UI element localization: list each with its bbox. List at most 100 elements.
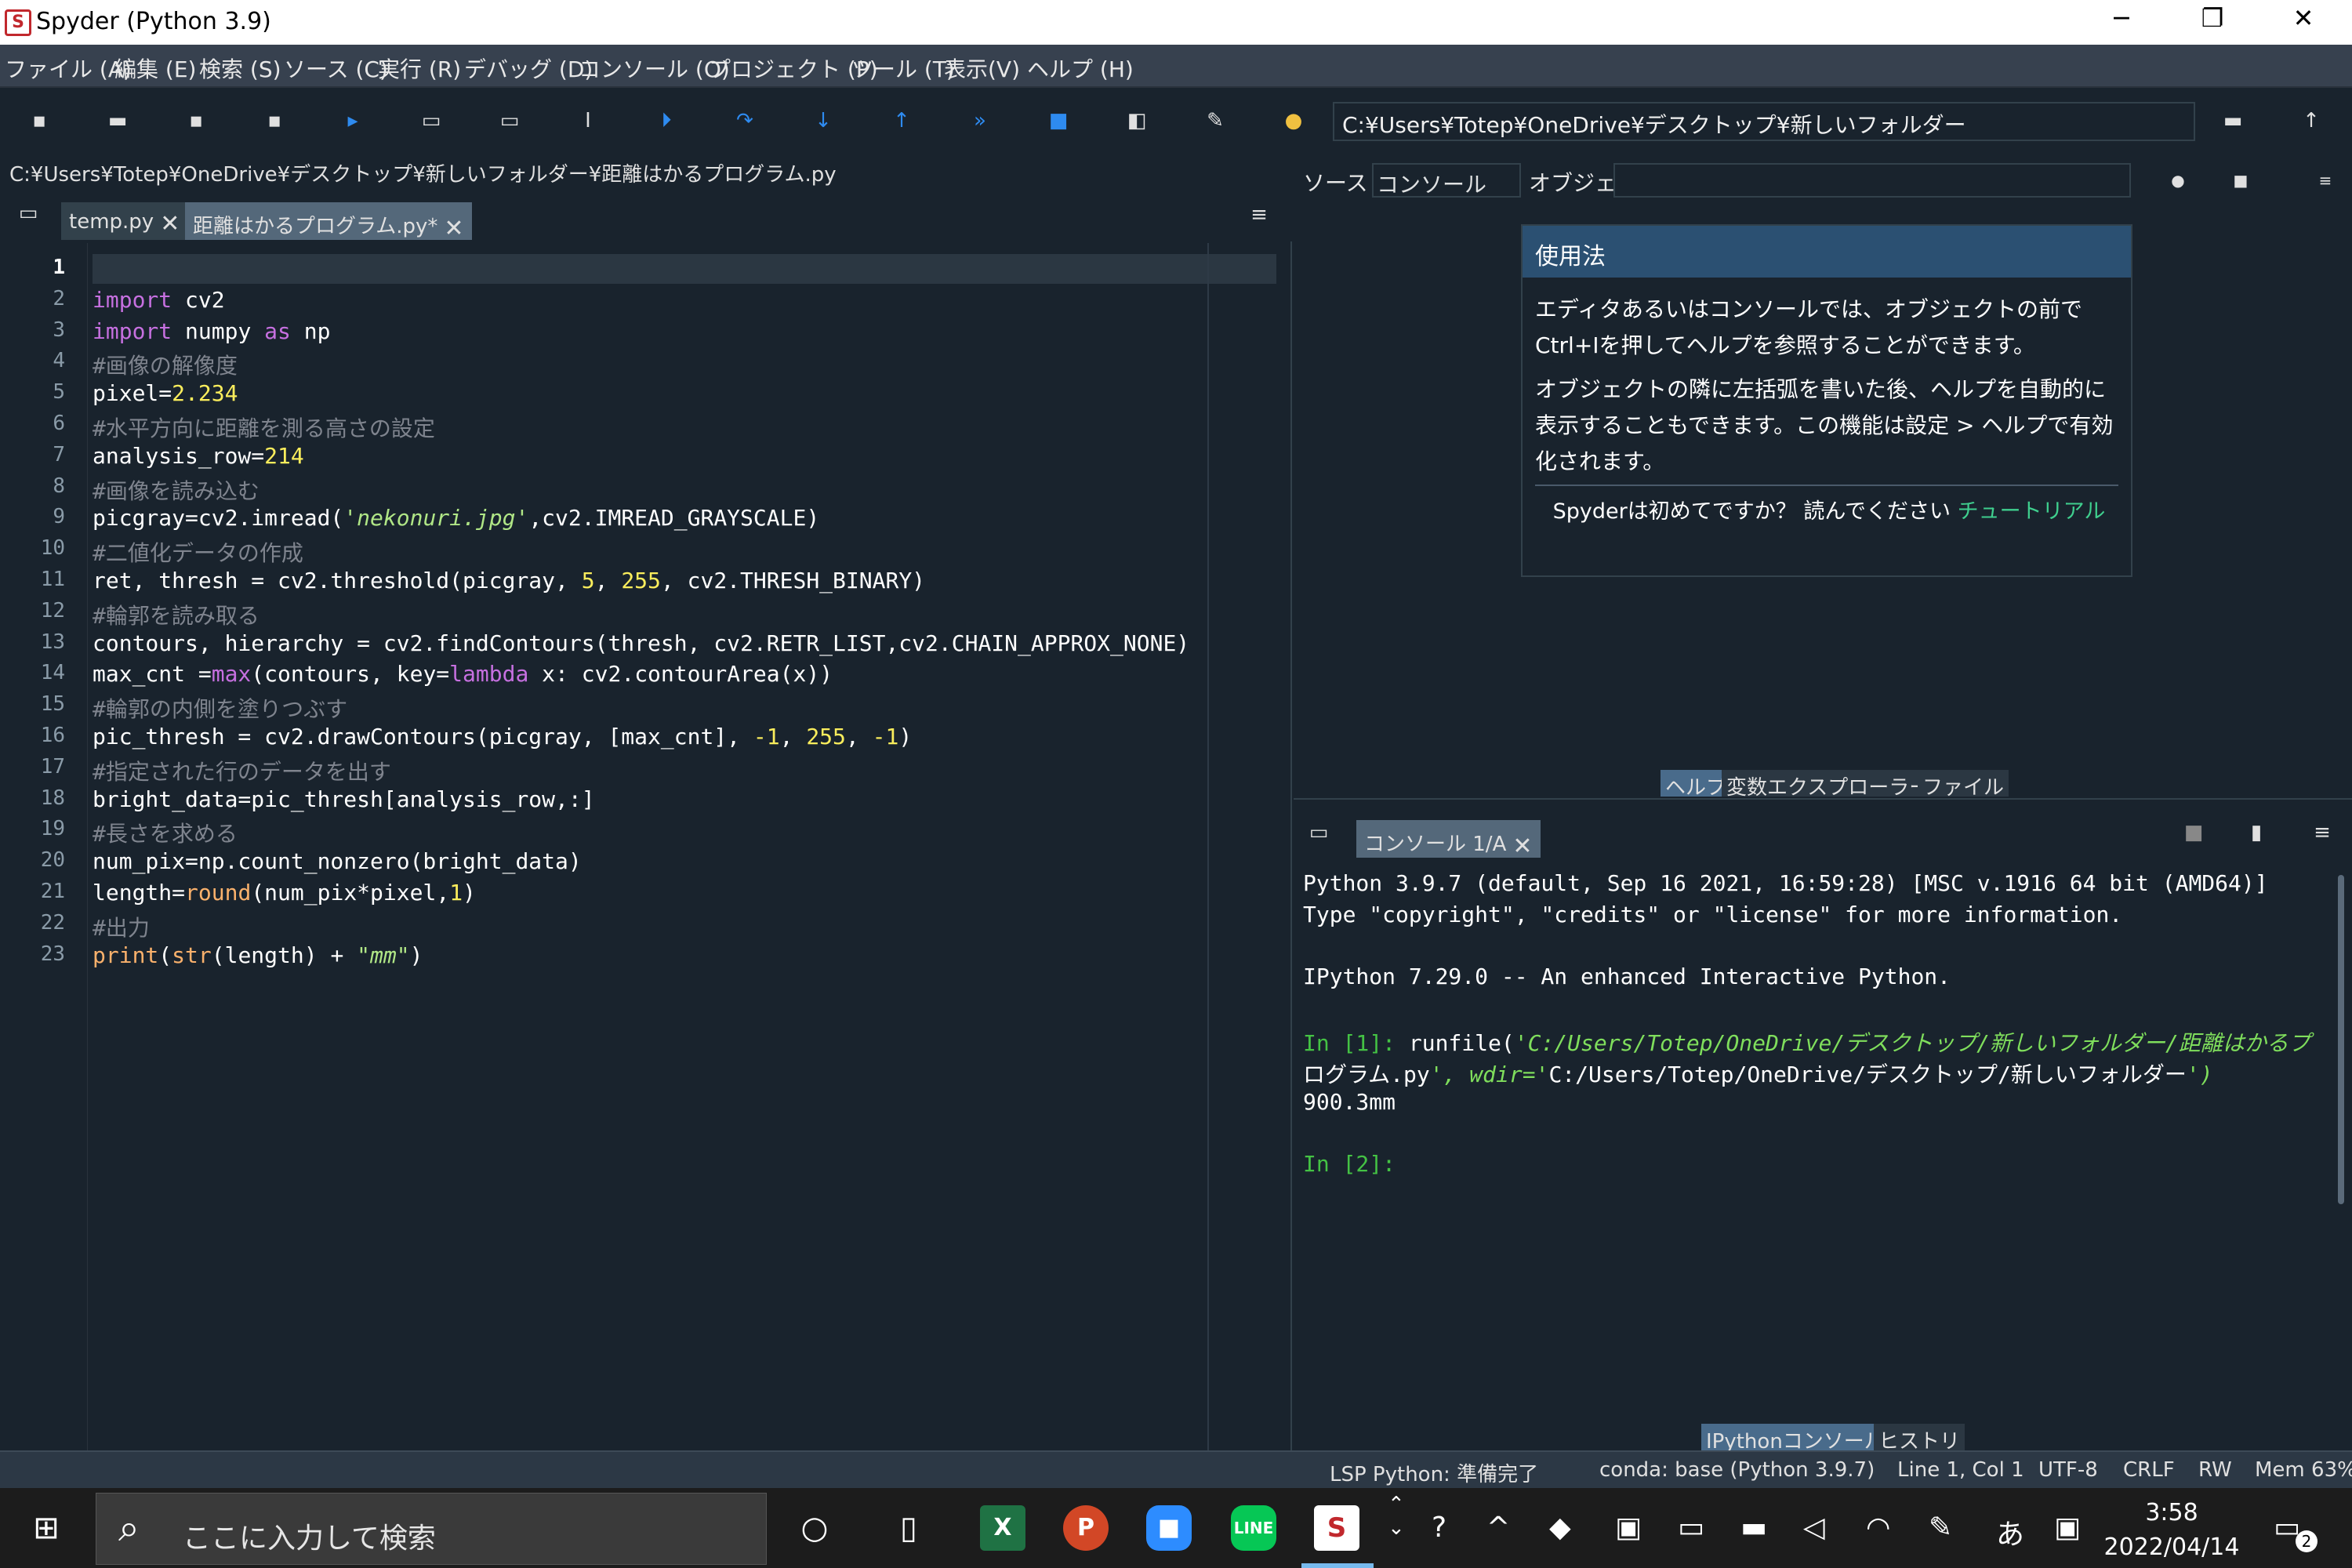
working-directory-combo[interactable]: C:¥Users¥Totep¥OneDrive¥デスクトップ¥新しいフォルダー [1333,102,2195,141]
console-scrollbar[interactable] [2338,875,2344,1204]
line-number: 7 [53,442,65,466]
step-over-icon[interactable]: ↷ [731,107,759,135]
menu-run[interactable]: 実行 (R) [378,53,461,84]
close-tab-icon[interactable]: ✕ [444,215,463,242]
menu-debug[interactable]: デバッグ (D) [464,53,593,84]
edge-line [1207,243,1209,1450]
open-file-icon[interactable]: ▬ [103,107,132,135]
chevron-up-icon[interactable]: ^ [1486,1512,1510,1544]
tab-variable-explorer[interactable]: 変数エクスプローラー [1722,770,1935,800]
tab-console-1a[interactable]: コンソール 1/A ✕ [1356,820,1541,860]
console-options-menu-icon[interactable]: ≡ [2308,818,2336,847]
help-object-input[interactable] [1613,163,2131,198]
ime-mode-icon[interactable]: ▣ [2054,1512,2081,1544]
help-source-label: ソース [1303,170,1368,196]
tab-temp-py[interactable]: temp.py ✕ [61,202,188,240]
menu-view[interactable]: 表示(V) [944,53,1020,84]
help-tray-icon[interactable]: ? [1432,1512,1446,1544]
console-line: 900.3mm [1303,1088,1396,1115]
new-file-icon[interactable]: ▪ [25,107,53,135]
cortana-icon[interactable]: ○ [792,1505,837,1551]
device-icon[interactable]: ▣ [1615,1512,1642,1544]
memory-status: Mem 63% [2255,1458,2352,1482]
help-source-combo[interactable]: コンソール [1372,163,1521,198]
tab-history[interactable]: ヒストリ [1874,1424,1965,1454]
parent-directory-icon[interactable]: ↑ [2297,107,2325,135]
line-number: 12 [40,598,65,622]
console-line: In [1]: runfile('C:/Users/Totep/OneDrive… [1303,1030,2310,1056]
tab-distance-program[interactable]: 距離はかるプログラム.py* ✕ [185,202,472,242]
menu-file[interactable]: ファイル (A) [5,53,132,84]
save-icon[interactable]: ▪ [182,107,210,135]
tab-ipython-console[interactable]: IPythonコンソール [1701,1424,1889,1454]
code-line: #出力 [93,914,150,941]
menu-help[interactable]: ヘルプ (H) [1027,53,1134,84]
browse-folder-icon[interactable]: ▬ [2219,107,2247,135]
stop-debug-icon[interactable]: ■ [1044,107,1073,135]
menu-search[interactable]: 検索 (S) [199,53,281,84]
ipython-console-output[interactable]: Python 3.9.7 (default, Sep 16 2021, 16:5… [1294,859,2336,1408]
tab-help[interactable]: ヘルプ [1661,770,1732,800]
line-icon[interactable]: LINE [1231,1505,1276,1551]
menu-tools[interactable]: ツール (T) [851,53,955,84]
preferences-wrench-icon[interactable]: ✎ [1201,107,1229,135]
debug-icon[interactable]: ⏵ [652,107,681,135]
home-icon[interactable]: ● [2164,166,2192,194]
clear-console-trash-icon[interactable]: ▮ [2242,818,2270,847]
wifi-icon[interactable]: ◠ [1866,1512,1890,1544]
help-options-menu-icon[interactable]: ≡ [2311,166,2339,194]
ime-indicator[interactable]: あ [1996,1512,2024,1552]
powerpoint-icon[interactable]: P [1063,1505,1109,1551]
line-number: 4 [53,349,65,373]
maximize-pane-icon[interactable]: ◧ [1123,107,1151,135]
line-number: 8 [53,474,65,498]
code-editor[interactable]: 1 2 3 4 5 6 7 8 9 10 11 12 13 14 15 16 17 18 19 20 21 22 23 im… [0,243,1283,1450]
menu-edit[interactable]: 編集 (E) [114,53,196,84]
run-icon[interactable]: ▸ [339,107,367,135]
windows-start-icon[interactable]: ⊞ [24,1505,69,1551]
dropbox-icon[interactable]: ◆ [1549,1512,1571,1544]
python-path-icon[interactable]: ● [1279,107,1308,135]
spyder-logo-icon: S [5,9,31,36]
menu-source[interactable]: ソース (C) [284,53,388,84]
system-clock[interactable]: 3:58 2022/04/14 [2101,1496,2242,1565]
continue-icon[interactable]: » [966,107,994,135]
stop-kernel-icon[interactable]: ■ [2180,818,2208,847]
task-view-icon[interactable]: ▯ [886,1505,931,1551]
console-tab-bar: ▭ コンソール 1/A ✕ ■ ▮ ≡ [1294,800,2352,860]
run-cell-advance-icon[interactable]: ▭ [495,107,524,135]
close-button[interactable]: ✕ [2280,3,2327,33]
code-line: length=round(num_pix*pixel,1) [93,880,476,906]
zoom-icon[interactable]: ■ [1146,1505,1192,1551]
minimize-button[interactable]: ─ [2098,3,2145,33]
volume-icon[interactable]: ◁ [1803,1512,1825,1544]
browse-tabs-icon[interactable]: ▭ [14,199,42,227]
menu-console[interactable]: コンソール (O) [579,53,730,84]
close-tab-icon[interactable]: ✕ [160,210,180,238]
line-number-gutter: 1 2 3 4 5 6 7 8 9 10 11 12 13 14 15 16 17 18 19 20 21 22 23 [0,243,88,1450]
browse-consoles-icon[interactable]: ▭ [1305,818,1333,847]
code-line: num_pix=np.count_nonzero(bright_data) [93,848,582,875]
console-line: ログラム.py', wdir='C:/Users/Totep/OneDrive/… [1303,1061,2213,1087]
step-into-icon[interactable]: ↓ [809,107,837,135]
tab-files[interactable]: ファイル [1918,770,2009,800]
run-selection-icon[interactable]: I [574,107,602,135]
save-all-icon[interactable]: ▪ [260,107,289,135]
pen-icon[interactable]: ✎ [1929,1512,1952,1544]
run-cell-icon[interactable]: ▭ [417,107,445,135]
battery-icon[interactable]: ▬ [1740,1512,1767,1544]
step-out-icon[interactable]: ↑ [887,107,916,135]
lock-icon[interactable]: ■ [2227,166,2255,194]
close-console-icon[interactable]: ✕ [1512,833,1532,860]
window-title: Spyder (Python 3.9) [36,8,271,35]
show-hidden-icons-up-icon[interactable]: ⌃ ⌄ [1388,1493,1405,1540]
maximize-button[interactable]: ❐ [2189,3,2236,33]
excel-icon[interactable]: X [980,1505,1025,1551]
code-line: #長さを求める [93,821,238,848]
search-placeholder: ここに入力して検索 [183,1523,436,1555]
editor-options-menu-icon[interactable]: ≡ [1245,201,1273,229]
spyder-taskbar-icon[interactable]: S [1314,1505,1359,1551]
display-icon[interactable]: ▭ [1678,1512,1704,1544]
taskbar-search-box[interactable]: ⌕ ここに入力して検索 [96,1493,767,1565]
tutorial-link[interactable]: チュートリアル [1958,499,2106,524]
